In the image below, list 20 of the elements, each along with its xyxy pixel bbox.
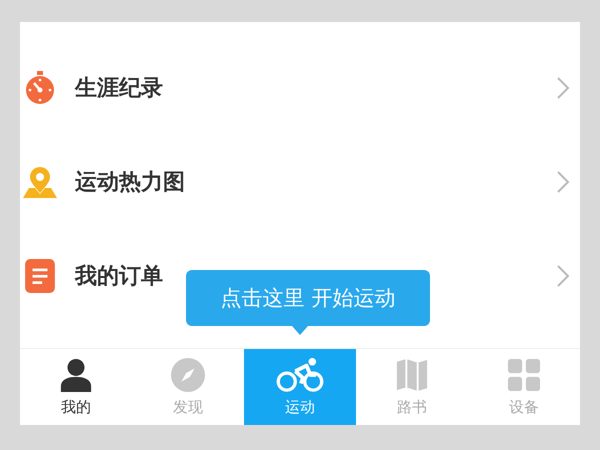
tab-button[interactable]: 发现: [132, 349, 244, 425]
compass-icon: [171, 358, 205, 392]
menu-item-label[interactable]: 运动热力图: [75, 167, 538, 197]
chevron-right-icon: [556, 170, 570, 194]
person-icon: [59, 358, 93, 392]
tab-button[interactable]: 我的: [20, 349, 132, 425]
chevron-right-icon: [556, 264, 570, 288]
tab-button[interactable]: 路书: [356, 349, 468, 425]
map-icon: [395, 358, 429, 392]
tooltip: 点击这里 开始运动: [186, 270, 430, 326]
document-icon: [23, 259, 57, 293]
chevron-right-icon: [556, 76, 570, 100]
bike-icon: [276, 358, 324, 392]
tab-button[interactable]: 设备: [468, 349, 580, 425]
tooltip-arrow: [292, 326, 308, 335]
tab-button[interactable]: 运动: [244, 349, 356, 425]
menu-item-label[interactable]: 生涯纪录: [75, 73, 538, 103]
map-pin-icon: [23, 165, 57, 199]
grid-icon: [507, 358, 541, 392]
stopwatch-icon: [23, 71, 57, 105]
